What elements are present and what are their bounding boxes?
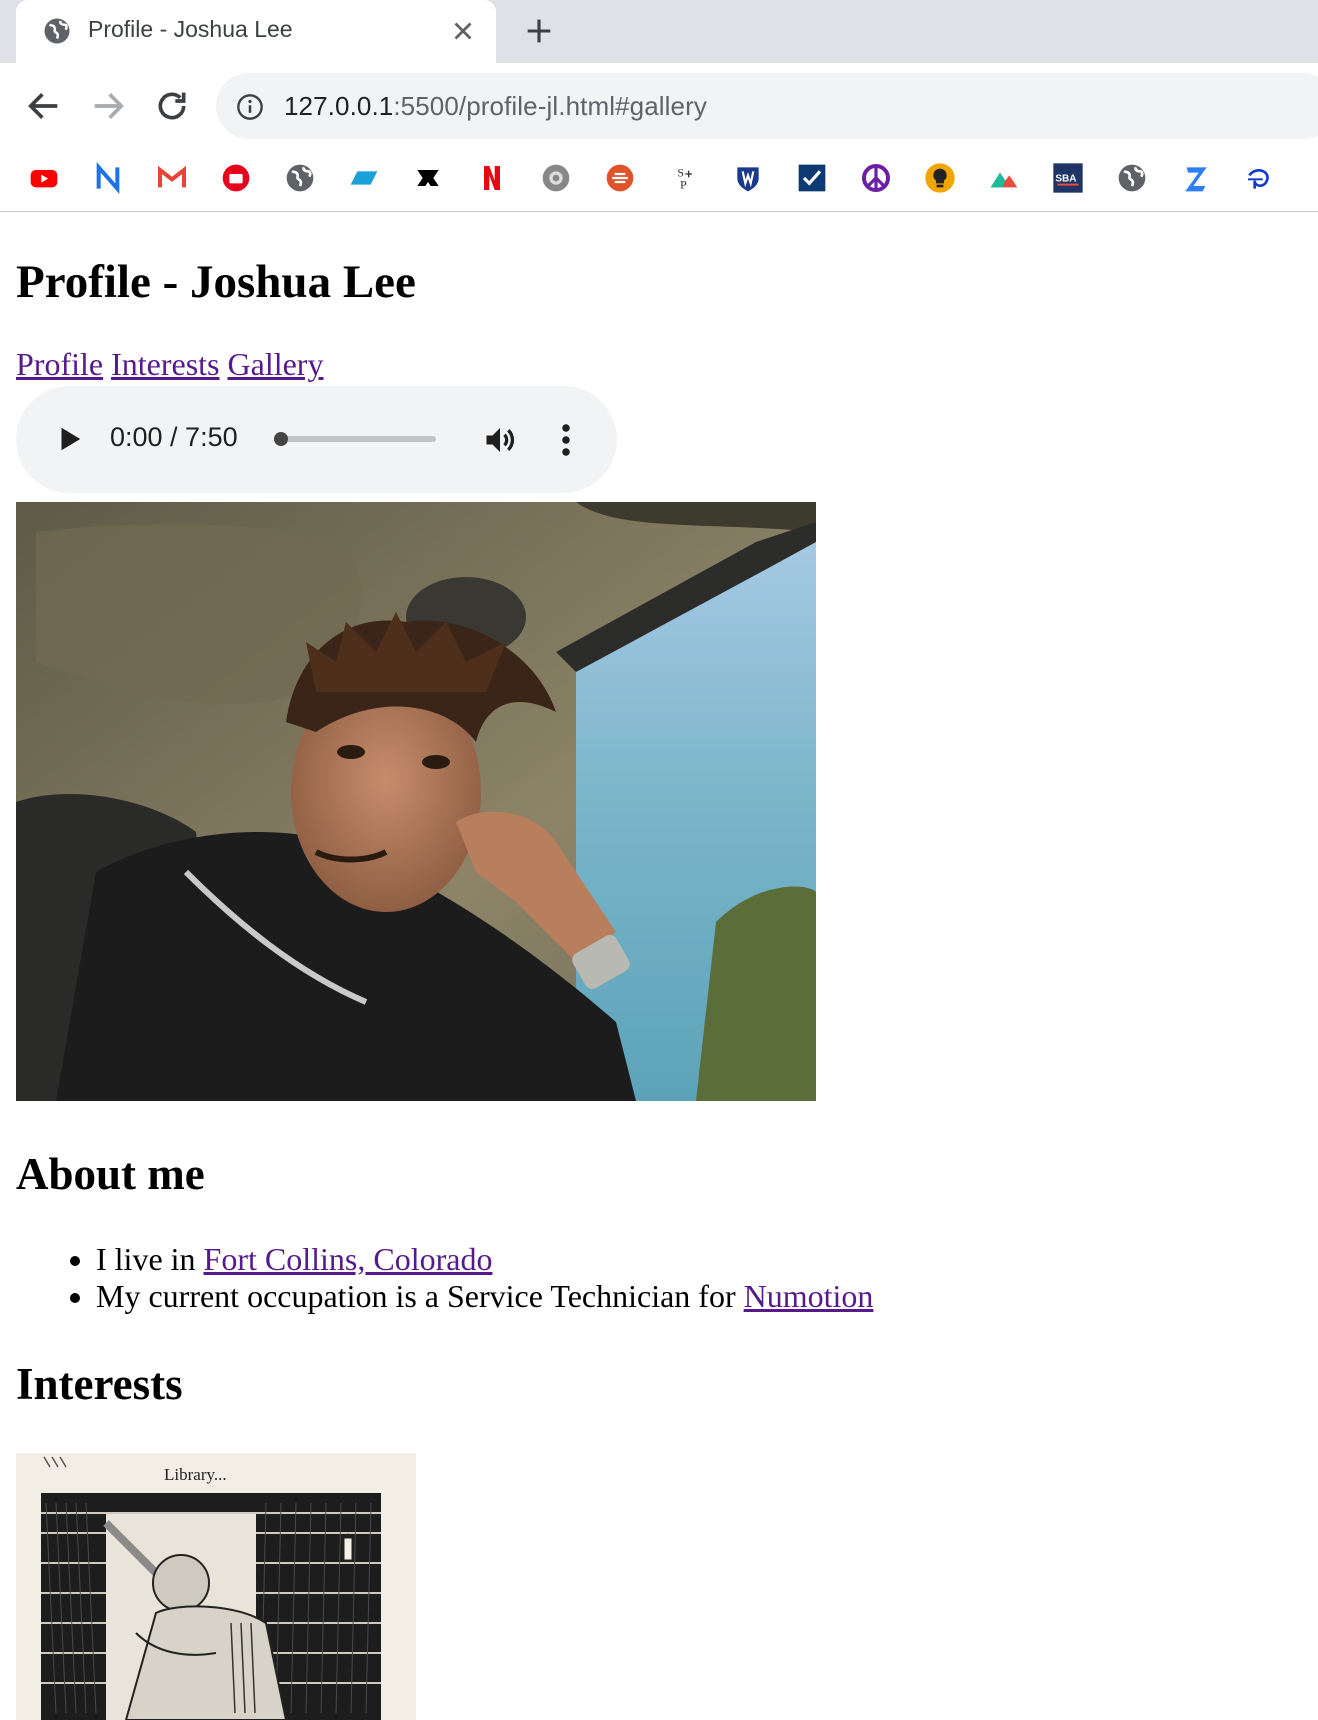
browser-toolbar: 127.0.0.1:5500/profile-jl.html#gallery (0, 63, 1318, 148)
peace-icon (862, 164, 890, 192)
bookmark-shield-11[interactable] (728, 158, 768, 198)
black-logo-icon (417, 170, 439, 186)
n-icon (96, 162, 120, 194)
volume-icon[interactable] (482, 422, 518, 458)
interests-artwork: Library... (16, 1453, 416, 1720)
browser-tab[interactable]: Profile - Joshua Lee (16, 0, 496, 63)
globe-icon (1118, 164, 1146, 192)
gray-circle-icon (542, 164, 570, 192)
globe-icon (286, 164, 314, 192)
nav-link-profile[interactable]: Profile (16, 346, 103, 382)
mountain-icon (990, 172, 1018, 188)
nav-link-interests[interactable]: Interests (111, 346, 219, 382)
nav-link-gallery[interactable]: Gallery (228, 346, 324, 382)
bookmark-sp-10[interactable]: SP (664, 158, 704, 198)
more-options-icon[interactable] (556, 422, 576, 458)
close-icon[interactable] (448, 16, 478, 46)
partial-icon (1308, 162, 1318, 194)
checkbox-icon (798, 164, 826, 192)
bookmark-globe-4[interactable] (280, 158, 320, 198)
info-icon[interactable] (236, 93, 264, 121)
parallelogram-icon (350, 171, 378, 185)
bookmark-orange-circle-9[interactable] (600, 158, 640, 198)
new-tab-icon[interactable] (522, 14, 556, 48)
reload-icon[interactable] (152, 86, 192, 126)
back-arrow-icon[interactable] (24, 86, 64, 126)
bookmark-peace-13[interactable] (856, 158, 896, 198)
audio-player: 0:00 / 7:50 (16, 386, 617, 493)
audio-seek-slider[interactable] (274, 432, 436, 446)
list-item: I live in Fort Collins, Colorado (96, 1241, 873, 1278)
bookmark-checkbox-12[interactable] (792, 158, 832, 198)
list-item: My current occupation is a Service Techn… (96, 1278, 873, 1315)
netflix-icon (484, 166, 500, 190)
bookmark-mountain-15[interactable] (984, 158, 1024, 198)
gmail-icon (158, 165, 186, 188)
play-icon[interactable] (54, 424, 84, 454)
globe-icon (44, 18, 70, 44)
bookmark-lightbulb-14[interactable] (920, 158, 960, 198)
art-caption: Library... (164, 1465, 227, 1484)
lightbulb-icon (925, 163, 955, 193)
bookmark-sba-16[interactable]: SBA (1048, 158, 1088, 198)
bookmark-parallelogram-5[interactable] (344, 158, 384, 198)
bookmark-disney-19[interactable] (1240, 158, 1280, 198)
bookmark-globe-17[interactable] (1112, 158, 1152, 198)
bookmark-black-logo-6[interactable] (408, 158, 448, 198)
forward-arrow-icon[interactable] (88, 86, 128, 126)
tab-title: Profile - Joshua Lee (88, 16, 293, 42)
page-nav: Profile Interests Gallery (16, 346, 323, 383)
audio-seek-thumb[interactable] (274, 432, 288, 446)
shield-icon (737, 167, 759, 192)
page-title: Profile - Joshua Lee (16, 256, 416, 308)
z-icon (1185, 167, 1207, 192)
svg-text:SBA: SBA (1055, 173, 1076, 184)
bookmark-n-1[interactable] (88, 158, 128, 198)
orange-circle-icon (606, 164, 634, 192)
about-list: I live in Fort Collins, Colorado My curr… (16, 1241, 873, 1315)
bookmark-partial-20[interactable] (1304, 158, 1318, 198)
bookmark-gmail-2[interactable] (152, 158, 192, 198)
bookmark-gray-circle-8[interactable] (536, 158, 576, 198)
interests-heading: Interests (16, 1359, 183, 1409)
youtube-icon (30, 170, 58, 188)
bookmark-youtube-0[interactable] (24, 158, 64, 198)
bookmark-z-18[interactable] (1176, 158, 1216, 198)
bookmark-red-circle-3[interactable] (216, 158, 256, 198)
red-circle-icon (222, 164, 250, 192)
tab-strip: Profile - Joshua Lee (0, 0, 1318, 63)
url-text: 127.0.0.1:5500/profile-jl.html#gallery (284, 91, 707, 121)
sba-icon: SBA (1053, 163, 1083, 193)
bookmark-netflix-7[interactable] (472, 158, 512, 198)
address-bar[interactable]: 127.0.0.1:5500/profile-jl.html#gallery (216, 73, 1318, 139)
profile-photo (16, 502, 816, 1101)
disney-icon (1248, 169, 1269, 189)
bookmarks-bar: S P SBA (0, 148, 1318, 212)
location-link[interactable]: Fort Collins, Colorado (204, 1241, 493, 1277)
svg-text:P: P (680, 178, 687, 192)
about-heading: About me (16, 1149, 205, 1199)
employer-link[interactable]: Numotion (744, 1278, 874, 1314)
sp-icon: SP (677, 166, 692, 192)
audio-time: 0:00 / 7:50 (110, 422, 238, 452)
